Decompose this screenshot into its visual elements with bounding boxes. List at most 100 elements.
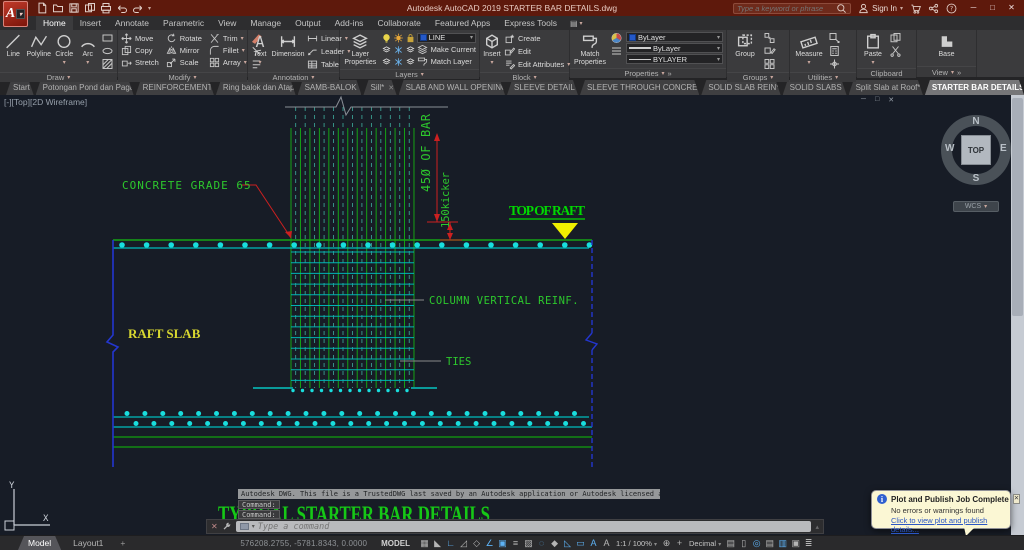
graphics-performance-icon[interactable]: ▥ xyxy=(776,538,789,549)
panel-title-layers[interactable]: Layers▾ xyxy=(340,69,479,79)
group-manager-icon[interactable] xyxy=(763,58,776,70)
dwg-close-icon[interactable]: ✕ xyxy=(888,96,894,104)
viewcube-north[interactable]: N xyxy=(930,116,1022,127)
object-snap-icon[interactable]: ▣ xyxy=(496,538,509,549)
infocenter-search[interactable] xyxy=(733,3,851,14)
plot-status-icon[interactable]: ▤ xyxy=(763,538,776,549)
line-button[interactable]: Line xyxy=(3,32,24,59)
dwg-restore-icon[interactable]: □ xyxy=(875,96,879,104)
command-input[interactable] xyxy=(258,522,808,532)
model-space-button[interactable]: MODEL xyxy=(377,539,414,548)
linetype-list-icon[interactable] xyxy=(610,45,623,57)
array-button[interactable]: Array▾ xyxy=(209,56,247,68)
make-current-button[interactable]: Make Current xyxy=(417,44,476,56)
dynamic-input-icon[interactable]: ▭ xyxy=(574,538,587,549)
units-label[interactable]: Decimal ▾ xyxy=(686,539,724,548)
save-as-icon[interactable] xyxy=(84,2,96,14)
open-file-icon[interactable] xyxy=(52,2,64,14)
file-tab-potongan-pond-dan-pagar[interactable]: Potongan Pond dan Pagar✕ xyxy=(36,80,134,95)
command-recent-icon[interactable] xyxy=(240,523,249,530)
match-layer-button[interactable]: Match Layer xyxy=(417,56,472,68)
mirror-button[interactable]: Mirror xyxy=(166,44,202,56)
viewport-controls[interactable]: [-][Top][2D Wireframe] xyxy=(4,97,87,107)
panel-title-modify[interactable]: Modify▾ xyxy=(118,72,247,82)
create-block-button[interactable]: Create xyxy=(504,32,570,44)
layer-freeze-icon[interactable] xyxy=(393,45,404,55)
viewcube[interactable]: N S W E TOP WCS▾ xyxy=(930,103,1022,219)
search-icon[interactable] xyxy=(836,3,847,14)
sign-in-button[interactable]: Sign In ▾ xyxy=(858,3,903,14)
ribbon-tab-insert[interactable]: Insert xyxy=(73,16,108,30)
command-close-icon[interactable]: ✕ xyxy=(211,522,218,531)
layer-on-icon[interactable] xyxy=(381,33,392,43)
selection-cycling-icon[interactable]: ◌ xyxy=(535,538,548,548)
file-tab-start[interactable]: Start xyxy=(6,80,34,95)
text-button[interactable]: A Text▾ xyxy=(251,32,269,66)
grid-icon[interactable]: ▦ xyxy=(418,538,431,549)
3d-osnap-icon[interactable]: ◆ xyxy=(548,538,561,549)
file-tab-reinforcement[interactable]: REINFORCEMENT✕ xyxy=(136,80,214,95)
ellipse-icon[interactable] xyxy=(101,45,114,57)
panel-title-properties[interactable]: Properties▾» xyxy=(570,68,726,78)
panel-expander-icon[interactable]: » xyxy=(957,68,961,77)
layer-dropdown[interactable]: LINE▾ xyxy=(417,33,476,43)
clean-screen-icon[interactable]: ▣ xyxy=(789,538,802,549)
osnap-tracking-icon[interactable]: ∠ xyxy=(483,538,496,549)
wcs-dropdown[interactable]: WCS▾ xyxy=(953,201,999,212)
annotation-monitor-icon[interactable]: + xyxy=(673,538,686,548)
rotate-button[interactable]: Rotate xyxy=(166,32,202,44)
circle-button[interactable]: Circle▾ xyxy=(54,32,75,66)
scrollbar-thumb[interactable] xyxy=(1012,98,1023,316)
viewcube-east[interactable]: E xyxy=(1000,143,1007,154)
panel-title-view[interactable]: View▾» xyxy=(917,66,976,77)
panel-expander-icon[interactable]: » xyxy=(668,69,672,78)
dynamic-ucs-icon[interactable]: ◺ xyxy=(561,538,574,549)
panel-title-block[interactable]: Block▾ xyxy=(480,72,569,82)
redo-icon[interactable] xyxy=(132,2,144,14)
qat-customize-icon[interactable]: ▾ xyxy=(148,5,151,12)
match-properties-button[interactable]: Match Properties xyxy=(573,32,607,66)
move-button[interactable]: Move xyxy=(121,32,159,44)
tab-close-icon[interactable]: ✕ xyxy=(388,84,394,92)
paste-button[interactable]: Paste▾ xyxy=(860,32,886,66)
ribbon-tab-output[interactable]: Output xyxy=(288,16,328,30)
notification-link[interactable]: Click to view plot and publish details..… xyxy=(891,516,1005,534)
edit-block-button[interactable]: Edit xyxy=(504,45,570,57)
tab-close-icon[interactable]: ✕ xyxy=(846,84,847,92)
panel-title-clipboard[interactable]: Clipboard xyxy=(857,68,916,78)
copy-clip-icon[interactable] xyxy=(889,32,902,44)
isometric-drafting-icon[interactable]: ◇ xyxy=(470,538,483,549)
vertical-scrollbar[interactable] xyxy=(1011,95,1024,535)
file-tab-split-slab-at-roof-[interactable]: Split Slab at Roof*✕ xyxy=(849,80,923,95)
scale-button[interactable]: Scale xyxy=(166,56,202,68)
ribbon-tab-add-ins[interactable]: Add-ins xyxy=(328,16,371,30)
layer-off-icon[interactable] xyxy=(405,45,416,55)
lineweight-icon[interactable]: ≡ xyxy=(509,538,522,548)
group-edit-icon[interactable] xyxy=(763,45,776,57)
layer-isolate-icon[interactable] xyxy=(381,45,392,55)
ribbon-tab-featured-apps[interactable]: Featured Apps xyxy=(428,16,497,30)
trim-button[interactable]: Trim▾ xyxy=(209,32,247,44)
notification-close-icon[interactable]: ✕ xyxy=(1013,494,1020,504)
ribbon-tab-view[interactable]: View xyxy=(211,16,243,30)
measure-button[interactable]: Measure▾ xyxy=(793,32,825,66)
ribbon-tab-parametric[interactable]: Parametric xyxy=(156,16,211,30)
file-tab-ring-balok-dan-atap[interactable]: Ring balok dan Atap✕ xyxy=(216,80,296,95)
ribbon-tab-collaborate[interactable]: Collaborate xyxy=(370,16,427,30)
linetype-dropdown[interactable]: BYLAYER▾ xyxy=(626,54,723,64)
viewcube-top-face[interactable]: TOP xyxy=(961,135,991,165)
customization-icon[interactable]: ≣ xyxy=(802,538,815,549)
file-tab-solid-slabs[interactable]: SOLID SLABS✕ xyxy=(783,80,847,95)
save-icon[interactable] xyxy=(68,2,80,14)
share-icon[interactable] xyxy=(928,3,939,14)
file-tab-sleeve-detail[interactable]: SLEEVE DETAIL✕ xyxy=(507,80,578,95)
undo-icon[interactable] xyxy=(116,2,128,14)
lineweight-dropdown[interactable]: ByLayer▾ xyxy=(626,43,723,53)
drawing-canvas[interactable]: CONCRETE GRADE 65 45Ø OF BAR 150kicker T… xyxy=(0,95,1024,535)
new-file-icon[interactable] xyxy=(36,2,48,14)
ungroup-icon[interactable] xyxy=(763,32,776,44)
panel-title-groups[interactable]: Groups▾ xyxy=(727,72,789,82)
object-color-dropdown[interactable]: ByLayer▾ xyxy=(626,32,723,42)
workspace-icon[interactable]: ⊕ xyxy=(660,538,673,549)
dimension-button[interactable]: Dimension xyxy=(272,32,304,59)
